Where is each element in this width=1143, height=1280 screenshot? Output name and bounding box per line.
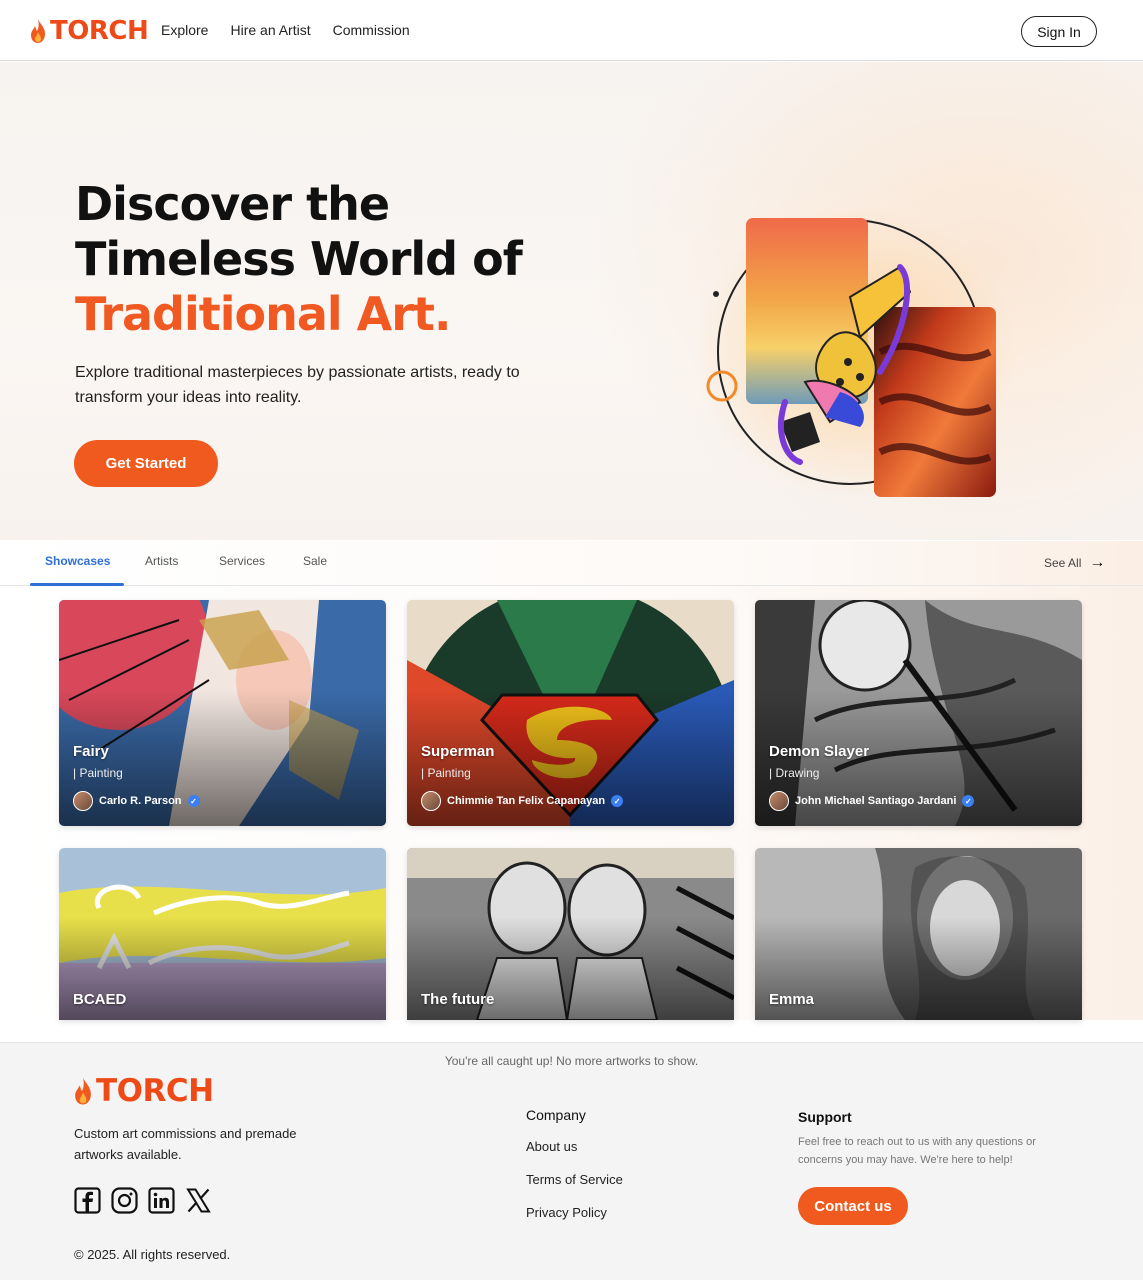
nav-commission[interactable]: Commission xyxy=(333,22,410,38)
x-icon[interactable] xyxy=(185,1187,212,1214)
end-of-list-message: You're all caught up! No more artworks t… xyxy=(444,1054,699,1068)
artwork-category: | Drawing xyxy=(769,766,820,780)
artwork-title: BCAED xyxy=(73,991,127,1008)
footer-link-about[interactable]: About us xyxy=(526,1139,623,1154)
artist-name: Chimmie Tan Felix Capanayan xyxy=(447,795,606,807)
verified-badge-icon: ✓ xyxy=(962,795,975,807)
artist-name: John Michael Santiago Jardani xyxy=(795,795,957,807)
artwork-card-fairy[interactable]: Fairy | Painting Carlo R. Parson ✓ xyxy=(59,600,386,826)
verified-badge-icon: ✓ xyxy=(187,795,200,807)
footer-link-privacy[interactable]: Privacy Policy xyxy=(526,1205,623,1220)
nav-hire-artist[interactable]: Hire an Artist xyxy=(230,22,310,38)
brand-name: TORCH xyxy=(96,1073,214,1109)
artwork-title: Fairy xyxy=(73,743,109,760)
avatar xyxy=(421,791,441,811)
hero-title: Discover the Timeless World of Tradition… xyxy=(75,177,523,342)
avatar xyxy=(769,791,789,811)
social-links xyxy=(74,1187,212,1214)
nav-explore[interactable]: Explore xyxy=(161,22,208,38)
hero-illustration xyxy=(706,218,996,497)
artwork-title: Demon Slayer xyxy=(769,743,870,760)
tab-sale[interactable]: Sale xyxy=(303,554,327,568)
footer-support-column: Support Feel free to reach out to us wit… xyxy=(798,1109,1068,1169)
facebook-icon[interactable] xyxy=(74,1187,101,1214)
footer: You're all caught up! No more artworks t… xyxy=(0,1042,1143,1280)
support-heading: Support xyxy=(798,1109,852,1125)
top-navbar: TORCH Explore Hire an Artist Commission … xyxy=(0,0,1143,61)
nav-links: Explore Hire an Artist Commission xyxy=(161,22,410,38)
verified-badge-icon: ✓ xyxy=(611,795,624,807)
contact-us-button[interactable]: Contact us xyxy=(798,1187,908,1225)
artwork-grid: Fairy | Painting Carlo R. Parson ✓ Super… xyxy=(0,586,1143,1020)
tab-services[interactable]: Services xyxy=(219,554,265,568)
artwork-category: | Painting xyxy=(73,766,123,780)
artwork-category: | Painting xyxy=(421,766,471,780)
torch-logo[interactable]: TORCH xyxy=(30,16,149,46)
footer-logo[interactable]: TORCH xyxy=(74,1073,214,1109)
artwork-artist: Chimmie Tan Felix Capanayan ✓ xyxy=(421,791,624,811)
tab-showcases[interactable]: Showcases xyxy=(45,554,110,568)
see-all-label: See All xyxy=(1044,556,1082,570)
see-all-link[interactable]: See All → xyxy=(1044,554,1105,572)
hero-title-line2: Timeless World of xyxy=(75,232,523,286)
hero-title-line1: Discover the xyxy=(75,177,390,231)
get-started-button[interactable]: Get Started xyxy=(74,440,218,487)
artwork-card-demon-slayer[interactable]: Demon Slayer | Drawing John Michael Sant… xyxy=(755,600,1082,826)
hero-title-accent: Traditional Art. xyxy=(75,287,451,341)
artwork-artist: John Michael Santiago Jardani ✓ xyxy=(769,791,975,811)
copyright-text: © 2025. All rights reserved. xyxy=(74,1247,231,1262)
linkedin-icon[interactable] xyxy=(148,1187,175,1214)
company-heading: Company xyxy=(526,1107,586,1123)
support-description: Feel free to reach out to us with any qu… xyxy=(798,1136,1036,1166)
artwork-artist: Carlo R. Parson ✓ xyxy=(73,791,200,811)
artwork-card-superman[interactable]: Superman | Painting Chimmie Tan Felix Ca… xyxy=(407,600,734,826)
instagram-icon[interactable] xyxy=(111,1187,138,1214)
avatar xyxy=(73,791,93,811)
brand-name: TORCH xyxy=(50,16,149,46)
artwork-card-bcaed[interactable]: BCAED xyxy=(59,848,386,1020)
tab-artists[interactable]: Artists xyxy=(145,554,178,568)
flame-icon xyxy=(31,19,45,43)
showcase-tabs: Showcases Artists Services Sale See All … xyxy=(0,541,1143,586)
artist-name: Carlo R. Parson xyxy=(99,795,182,807)
artwork-title: Superman xyxy=(421,743,495,760)
arrow-right-icon: → xyxy=(1089,554,1106,571)
hero-section: Discover the Timeless World of Tradition… xyxy=(0,62,1143,540)
footer-tagline: Custom art commissions and premade artwo… xyxy=(74,1126,297,1162)
artwork-title: The future xyxy=(421,991,495,1008)
artwork-card-emma[interactable]: Emma xyxy=(755,848,1082,1020)
footer-company-column: Company About us Terms of Service Privac… xyxy=(526,1107,623,1238)
artwork-title: Emma xyxy=(769,991,815,1008)
flame-icon xyxy=(75,1077,91,1105)
sign-in-button[interactable]: Sign In xyxy=(1021,16,1097,47)
artwork-card-the-future[interactable]: The future xyxy=(407,848,734,1020)
hero-subtitle: Explore traditional masterpieces by pass… xyxy=(75,364,520,406)
footer-link-terms[interactable]: Terms of Service xyxy=(526,1172,623,1187)
